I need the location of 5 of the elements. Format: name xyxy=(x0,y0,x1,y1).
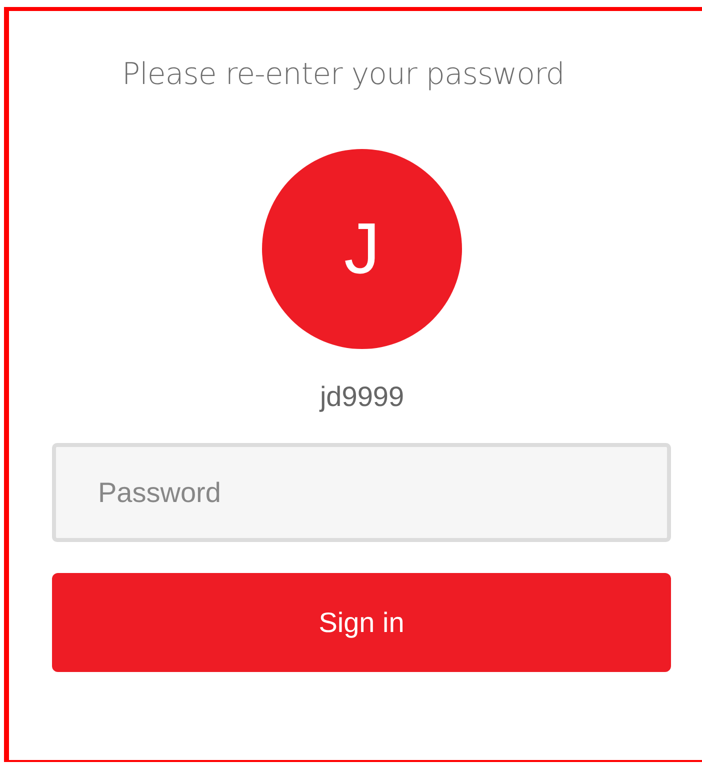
username: jd9999 xyxy=(318,380,406,414)
avatar: J xyxy=(262,149,462,349)
password-field[interactable]: Password xyxy=(52,443,671,542)
dialog-heading: Please re-enter your password xyxy=(122,56,564,94)
sign-in-button[interactable]: Sign in xyxy=(52,573,671,672)
